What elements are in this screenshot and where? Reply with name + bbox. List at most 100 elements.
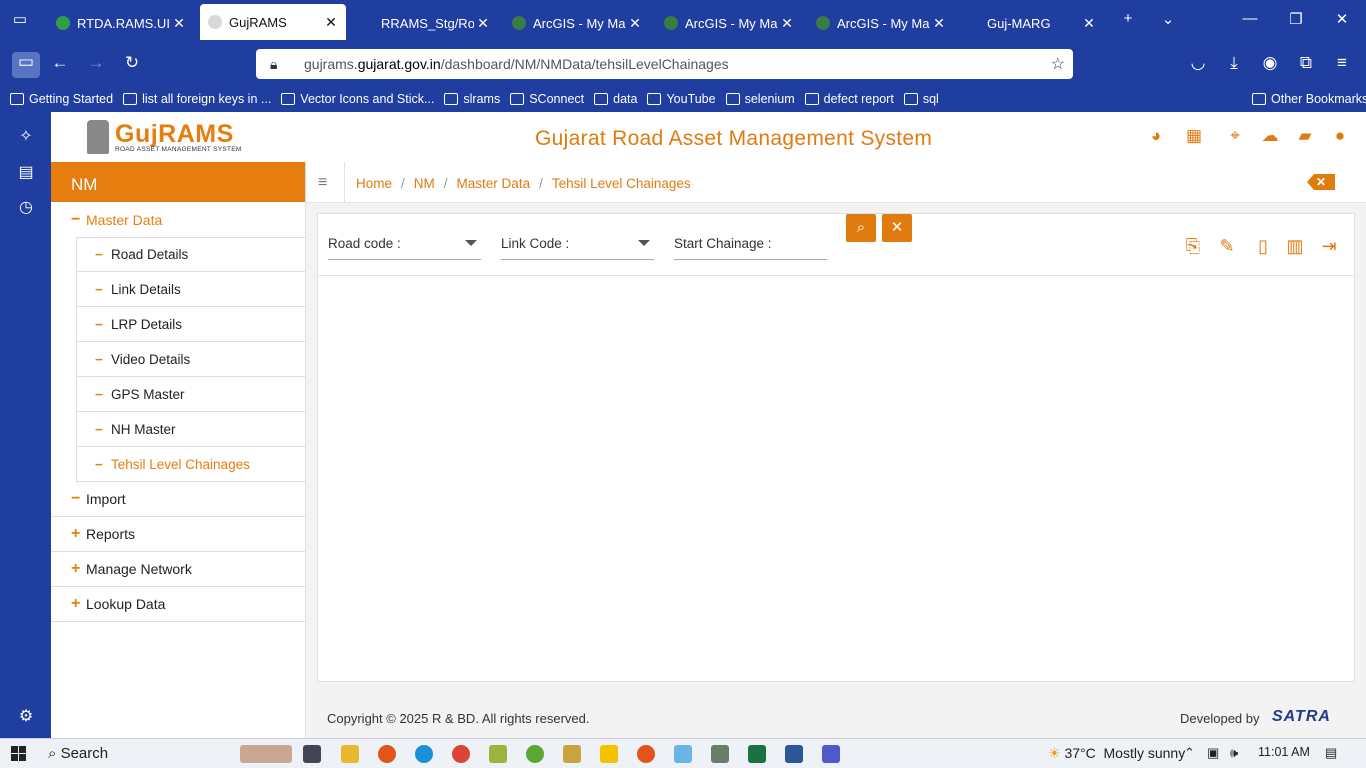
app-icon-7[interactable] [785,745,803,763]
task-view-icon[interactable] [303,745,321,763]
browser-tab[interactable]: GujRAMS ✕ [200,4,346,40]
account-icon[interactable]: ◉ [1258,53,1282,73]
edge-icon[interactable] [415,745,433,763]
browser-tab[interactable]: RRAMS_Stg/RoadInve✕ [352,6,498,40]
nav-section[interactable]: + Reports [51,517,305,552]
nav-subitem[interactable]: − GPS Master [76,377,305,412]
app-icon-3[interactable] [600,745,618,763]
nav-subitem[interactable]: − Road Details [76,237,305,272]
back-icon[interactable]: ← [48,53,72,73]
clear-filter-button[interactable]: ✕ [882,214,912,242]
browser-tab[interactable]: RTDA.RAMS.UI ✕ [48,6,194,40]
taskbar-search[interactable]: ⌕ Search [48,745,108,762]
minimize-button[interactable]: — [1238,10,1262,27]
bookmark-item[interactable]: Getting Started [10,92,113,106]
close-window-button[interactable]: ✕ [1330,10,1354,28]
nav-section-master-data[interactable]: − Master Data [51,202,305,237]
palette-icon[interactable]: ◕ [1146,126,1166,146]
qgis-icon[interactable] [526,745,544,763]
browser-tab[interactable]: ArcGIS - My Map ✕ [808,6,954,40]
tab-close-icon[interactable]: ✕ [1080,15,1098,32]
excel-icon[interactable] [748,745,766,763]
browser-tab[interactable]: Guj-MARG ✕ [958,6,1104,40]
tab-close-icon[interactable]: ✕ [170,15,188,32]
clock[interactable]: 11:01 AM [1258,745,1310,759]
volume-icon[interactable]: 🕪︎ [1230,745,1238,761]
nav-section[interactable]: + Manage Network [51,552,305,587]
new-tab-button[interactable]: + [1116,10,1140,27]
edit-icon[interactable]: ✎ [1216,236,1238,258]
grid-icon[interactable]: ▦ [1184,126,1204,146]
nav-subitem[interactable]: − Video Details [76,342,305,377]
map-icon[interactable]: ⌖ [1225,126,1245,146]
app-icon-2[interactable] [563,745,581,763]
ai-chat-icon[interactable]: ✧ [14,126,38,146]
extensions-icon[interactable]: ⧉ [1294,53,1318,73]
tab-overview-icon[interactable]: ▭ [8,10,32,28]
start-chainage-input[interactable]: Start Chainage : [674,230,827,260]
app-icon-4[interactable] [637,745,655,763]
star-icon[interactable]: ☆ [1051,54,1065,74]
nav-section[interactable]: − Import [51,482,305,517]
file-explorer-icon[interactable] [341,745,359,763]
bookmark-item[interactable]: defect report [804,92,894,106]
synced-tabs-icon[interactable]: ▤ [14,162,38,182]
nav-section[interactable]: + Lookup Data [51,587,305,622]
cloud-download-icon[interactable]: ☁ [1260,126,1280,146]
teams-icon[interactable] [822,745,840,763]
sidebar-toggle-icon[interactable]: ▭ [12,52,40,78]
user-icon[interactable]: ● [1330,126,1350,146]
tab-list-chevron-icon[interactable]: ⌄ [1156,10,1180,28]
breadcrumb-item[interactable]: NM [414,176,435,191]
view-icon[interactable]: ▯ [1250,236,1276,258]
app-icon-5[interactable] [674,745,692,763]
weather-widget[interactable]: ☀︎ 37°C Mostly sunny [1048,745,1185,762]
reload-icon[interactable]: ↻ [120,53,144,73]
tab-close-icon[interactable]: ✕ [930,15,948,32]
link-code-select[interactable]: Link Code : [501,230,654,260]
bookmark-item[interactable]: slrams [444,92,500,106]
chrome-icon[interactable] [452,745,470,763]
bookmark-item[interactable]: data [594,92,637,106]
bookmark-item[interactable]: SConnect [510,92,584,106]
forward-icon[interactable]: → [84,53,108,73]
nav-subitem[interactable]: − Link Details [76,272,305,307]
tab-close-icon[interactable]: ✕ [626,15,644,32]
history-icon[interactable]: ◷ [14,197,38,217]
downloads-icon[interactable]: ⤓ [1222,53,1246,73]
developer-logo[interactable]: SATRA [1272,708,1331,726]
tray-chevron-icon[interactable]: ⌃ [1184,745,1195,761]
book-icon[interactable]: ▰ [1295,126,1315,146]
nav-subitem[interactable]: − Tehsil Level Chainages [76,447,305,482]
books-widget-icon[interactable] [240,745,292,763]
breadcrumb-item[interactable]: Tehsil Level Chainages [552,176,691,191]
search-button[interactable]: ⌕ [846,214,876,242]
firefox-icon[interactable] [378,745,396,763]
tab-close-icon[interactable]: ✕ [778,15,796,32]
settings-gear-icon[interactable]: ⚙ [14,706,38,726]
browser-tab[interactable]: ArcGIS - My Map ✕ [656,6,802,40]
nav-subitem[interactable]: − LRP Details [76,307,305,342]
breadcrumb-item[interactable]: Home [356,176,392,191]
backspace-clear-icon[interactable]: ✕ [1307,174,1335,190]
tab-close-icon[interactable]: ✕ [474,15,492,32]
menu-icon[interactable]: ≡ [1330,53,1354,73]
table-settings-icon[interactable]: ▥ [1284,236,1306,258]
other-bookmarks[interactable]: Other Bookmarks [1252,92,1366,106]
bookmark-item[interactable]: Vector Icons and Stick... [281,92,434,106]
nav-subitem[interactable]: − NH Master [76,412,305,447]
notification-icon[interactable]: ▤ [1325,745,1337,761]
hamburger-icon[interactable]: ≡ [318,174,327,192]
browser-tab[interactable]: ArcGIS - My Map ✕ [504,6,650,40]
bookmark-item[interactable]: sql [903,92,939,106]
network-icon[interactable]: ▣ [1207,745,1219,761]
bookmark-item[interactable]: list all foreign keys in ... [123,92,271,106]
windows-start-icon[interactable] [11,746,26,761]
add-file-icon[interactable]: ⎘ [1182,236,1204,258]
app-logo[interactable]: GujRAMS ROAD ASSET MANAGEMENT SYSTEM [87,120,242,154]
road-code-select[interactable]: Road code : [328,230,481,260]
breadcrumb-item[interactable]: Master Data [457,176,531,191]
restore-button[interactable]: ❐ [1284,10,1308,28]
bookmark-item[interactable]: YouTube [647,92,716,106]
app-icon-6[interactable] [711,745,729,763]
